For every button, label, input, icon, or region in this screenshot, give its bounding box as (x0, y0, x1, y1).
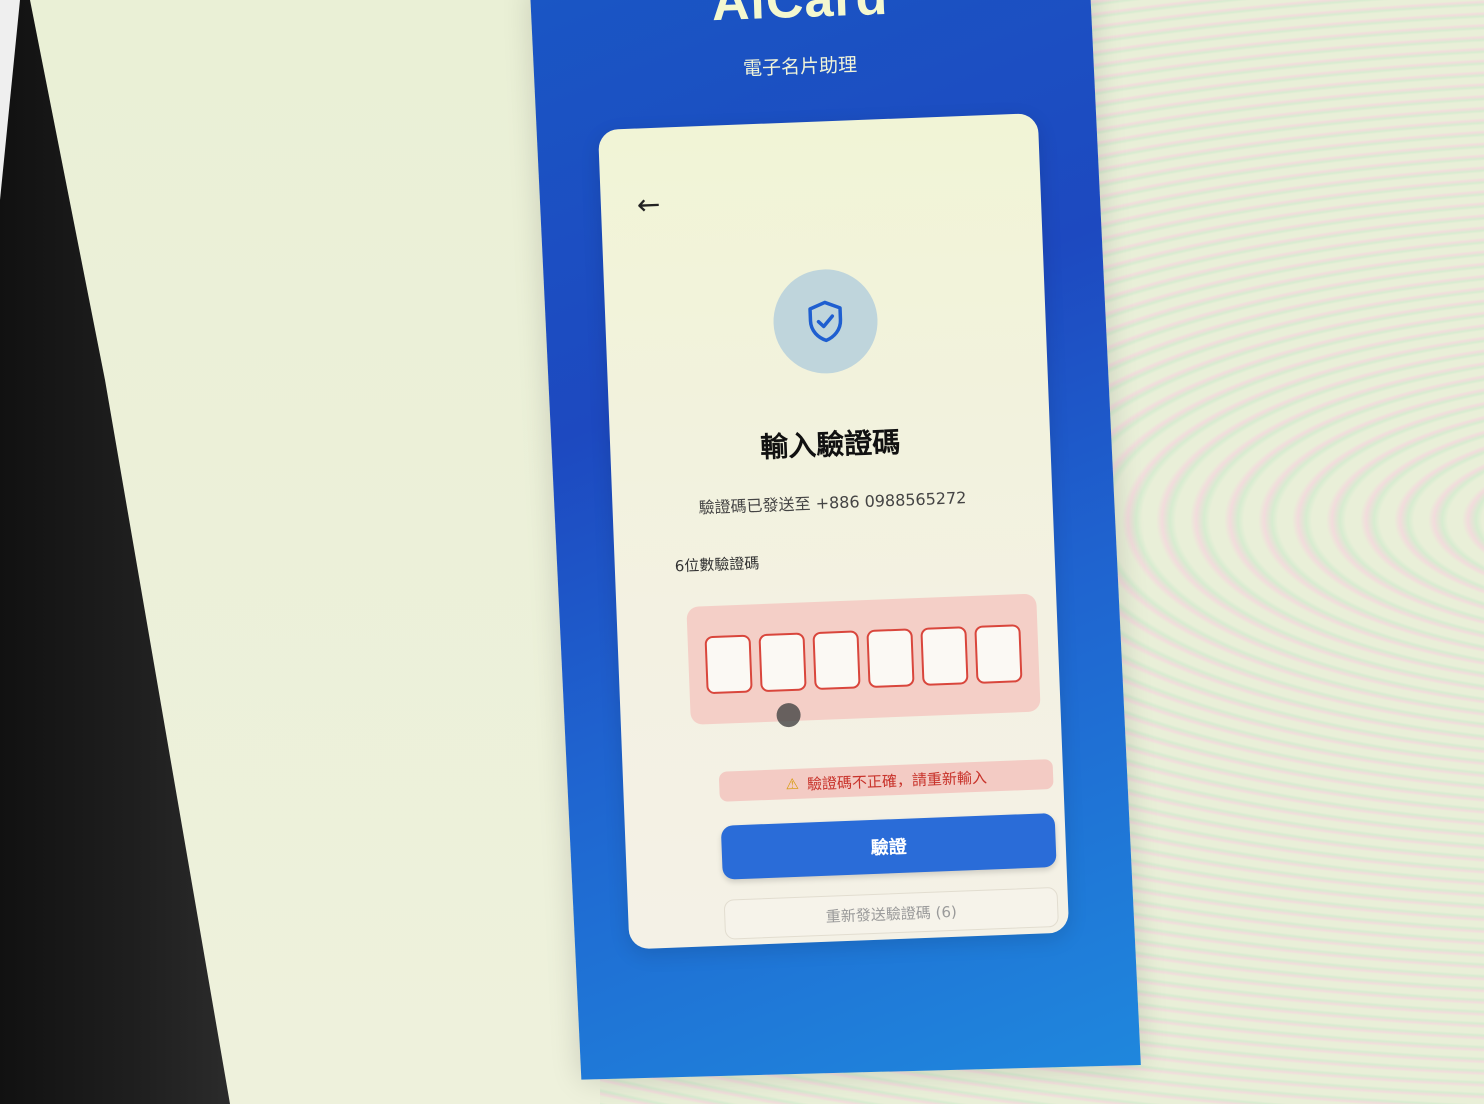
page-title: 輸入驗證碼 (759, 425, 901, 464)
shield-check-icon (808, 300, 843, 343)
error-message: 驗證碼不正確，請重新輸入 (806, 768, 988, 793)
otp-input-group (686, 593, 1041, 725)
otp-digit-2[interactable] (758, 632, 807, 693)
shield-badge (771, 267, 880, 376)
resend-code-button[interactable]: 重新發送驗證碼 (6) (723, 886, 1059, 940)
verification-card: ← 輸入驗證碼 驗證碼已發送至 +886 0988565272 6位數驗證碼 ⚠… (598, 113, 1070, 950)
otp-digit-3[interactable] (812, 630, 861, 691)
code-field-label: 6位數驗證碼 (674, 554, 760, 576)
mouse-cursor (776, 702, 802, 728)
arrow-left-icon: ← (636, 187, 661, 222)
otp-digit-1[interactable] (704, 634, 753, 695)
verify-button[interactable]: 驗證 (720, 812, 1057, 880)
sent-to-description: 驗證碼已發送至 +886 0988565272 (698, 488, 967, 518)
otp-digit-6[interactable] (974, 624, 1023, 684)
otp-digit-4[interactable] (866, 628, 915, 689)
otp-digit-5[interactable] (920, 626, 969, 686)
back-button[interactable]: ← (636, 188, 661, 222)
error-banner: ⚠ 驗證碼不正確，請重新輸入 (718, 759, 1054, 802)
warning-icon: ⚠ (785, 774, 800, 794)
